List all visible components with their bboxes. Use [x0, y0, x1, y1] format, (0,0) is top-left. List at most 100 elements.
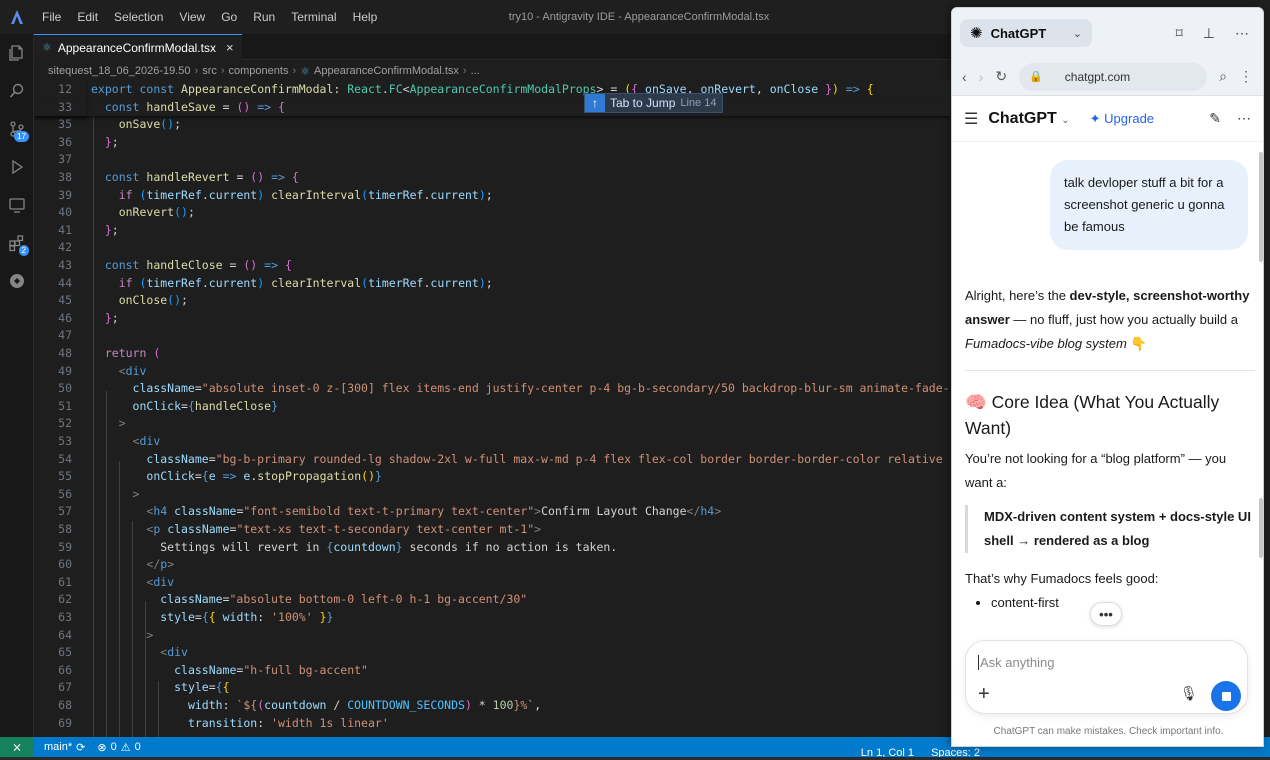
menu-kebab-icon[interactable]: ⋮ [1239, 68, 1253, 85]
line-number: 56 [58, 486, 72, 501]
upgrade-button[interactable]: ✦ Upgrade [1090, 111, 1154, 127]
code-line: className="absolute inset-0 z-[300] flex… [132, 381, 950, 396]
line-number: 62 [58, 592, 72, 607]
line-number: 66 [58, 662, 72, 677]
list-item: content-first [991, 591, 1255, 615]
model-selector[interactable]: ChatGPT ⌄ [988, 110, 1069, 128]
menu-go[interactable]: Go [213, 10, 245, 24]
line-number: 38 [58, 170, 72, 184]
code-line: style={{ width: '100%' }} [160, 610, 334, 624]
browser-tab-bar: ✺ ChatGPT ⌄ ⌑ ⊥ ⋯ [952, 8, 1263, 58]
code-line: > [132, 486, 140, 501]
code-editor[interactable]: ↑ Tab to Jump Line 14 12 export const App… [34, 81, 950, 737]
code-line: }; [104, 310, 119, 325]
new-chat-icon[interactable]: ✎ [1209, 110, 1221, 127]
remote-explorer-icon[interactable] [0, 186, 34, 224]
code-line: onClick={handleClose} [132, 398, 278, 413]
code-line: export const AppearanceConfirmModal: Rea… [91, 82, 874, 96]
pointing-down-icon: 👇 [1126, 336, 1147, 351]
attach-plus-icon[interactable]: + [978, 683, 990, 706]
line-number: 43 [58, 258, 72, 272]
line-number: 39 [58, 187, 72, 202]
menu-view[interactable]: View [171, 10, 213, 24]
code-line: className="h-full bg-accent" [174, 662, 368, 677]
assistant-message: Alright, here’s the dev-style, screensho… [965, 284, 1255, 615]
remote-indicator-icon[interactable]: ⨯ [0, 737, 34, 757]
intro-text: Alright, here’s the [965, 288, 1070, 303]
lock-icon: 🔒 [1029, 71, 1043, 83]
more-options-icon[interactable]: ⋯ [1235, 25, 1249, 42]
bookmark-icon[interactable]: ⌑ [1176, 25, 1183, 42]
line-number: 55 [58, 469, 72, 484]
chat-scrollbar-thumb[interactable] [1259, 498, 1263, 558]
scm-badge: 17 [14, 131, 29, 142]
chevron-down-icon[interactable]: ⌄ [1073, 27, 1082, 40]
agent-icon[interactable] [0, 262, 34, 300]
intro-text-2: — no fluff, just how you actually build … [1009, 312, 1238, 327]
tab-to-jump-hint[interactable]: ↑ Tab to Jump Line 14 [584, 93, 724, 113]
more-options-icon[interactable]: ⋯ [1237, 110, 1251, 127]
menu-bar: File Edit Selection View Go Run Terminal… [34, 10, 385, 24]
chevron-right-icon: › [220, 65, 225, 77]
code-line: }; [104, 222, 119, 237]
code-line: className="bg-b-primary rounded-lg shado… [146, 451, 950, 466]
address-bar: ‹ › ↻ 🔒 chatgpt.com ⌕ ⋮ [952, 58, 1263, 96]
forward-icon[interactable]: › [979, 69, 984, 85]
close-tab-icon[interactable]: × [226, 40, 234, 55]
browser-tab[interactable]: ✺ ChatGPT ⌄ [960, 19, 1092, 47]
explorer-icon[interactable] [0, 34, 34, 72]
url-text: chatgpt.com [1064, 69, 1131, 84]
line-number: 46 [58, 310, 72, 325]
openai-logo-icon: ✺ [970, 25, 983, 42]
breadcrumb-symbol[interactable]: ... [471, 65, 480, 77]
line-number: 59 [58, 539, 72, 554]
extensions-icon[interactable]: 2 [0, 224, 34, 262]
line-number: 60 [58, 557, 72, 572]
tab-appearance-confirm-modal[interactable]: ⚛ AppearanceConfirmModal.tsx × [34, 34, 242, 60]
source-control-icon[interactable]: 17 [0, 110, 34, 148]
search-icon[interactable] [0, 72, 34, 110]
breadcrumb-folder[interactable]: sitequest_18_06_2026-19.50 [48, 65, 191, 77]
line-number: 61 [58, 574, 72, 589]
line-number: 68 [58, 698, 72, 712]
back-icon[interactable]: ‹ [962, 69, 967, 85]
menu-help[interactable]: Help [345, 10, 386, 24]
breadcrumb-file[interactable]: AppearanceConfirmModal.tsx [314, 65, 459, 77]
menu-terminal[interactable]: Terminal [283, 10, 344, 24]
jump-line: Line 14 [680, 97, 717, 109]
problems-status[interactable]: ⊗ 0 ⚠ 0 [91, 741, 146, 754]
menu-run[interactable]: Run [245, 10, 283, 24]
code-line: Settings will revert in {countdown} seco… [91, 539, 618, 554]
user-message: talk devloper stuff a bit for a screensh… [1050, 160, 1248, 250]
microphone-icon[interactable]: 🎙 [1180, 685, 1198, 702]
pin-icon[interactable]: ⊥ [1203, 25, 1215, 42]
menu-edit[interactable]: Edit [69, 10, 106, 24]
branch-status[interactable]: main* ⟳ [38, 741, 91, 754]
line-number: 67 [58, 680, 72, 695]
breadcrumb-src[interactable]: src [202, 65, 217, 77]
line-number: 54 [58, 451, 72, 466]
chat-input[interactable]: Ask anything [978, 655, 1054, 670]
line-number: 50 [58, 381, 72, 396]
sync-icon[interactable]: ⟳ [76, 741, 85, 754]
breadcrumb-components[interactable]: components [229, 65, 289, 77]
url-field[interactable]: 🔒 chatgpt.com [1019, 62, 1208, 91]
browser-tab-title: ChatGPT [990, 25, 1047, 41]
chat-scrollbar[interactable] [1259, 152, 1263, 262]
sidebar-toggle-icon[interactable]: ☰ [964, 109, 978, 129]
code-line: > [118, 416, 126, 431]
stop-generating-button[interactable] [1211, 681, 1241, 711]
menu-selection[interactable]: Selection [106, 10, 171, 24]
chat-composer: Ask anything + 🎙 [965, 640, 1248, 714]
warning-icon: ⚠ [120, 741, 131, 754]
search-icon[interactable]: ⌕ [1219, 68, 1227, 85]
line-number: 52 [58, 416, 72, 431]
menu-file[interactable]: File [34, 10, 69, 24]
reload-icon[interactable]: ↻ [995, 68, 1007, 85]
breadcrumb: sitequest_18_06_2026-19.50 › src › compo… [34, 61, 950, 81]
more-icon[interactable]: ••• [1090, 602, 1122, 626]
brand-label: ChatGPT [988, 109, 1057, 127]
browser-head-actions: ⌑ ⊥ ⋯ [1176, 25, 1255, 42]
line-number: 57 [58, 504, 72, 519]
run-debug-icon[interactable] [0, 148, 34, 186]
